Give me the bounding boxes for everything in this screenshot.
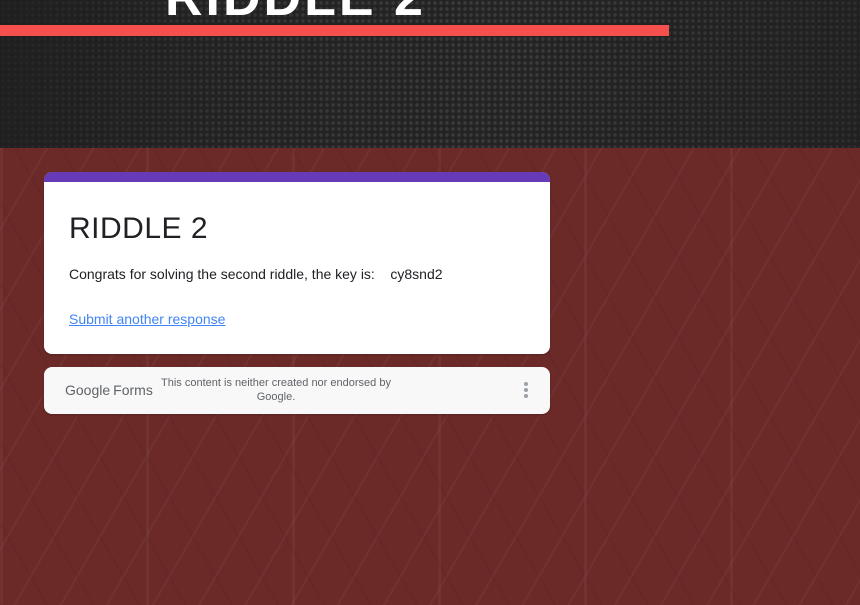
forms-logo-text: Forms (113, 382, 153, 398)
banner-title: RIDDLE 2 (165, 0, 426, 28)
more-vert-icon[interactable] (518, 380, 534, 400)
submit-another-response-link[interactable]: Submit another response (69, 311, 225, 327)
form-title: RIDDLE 2 (69, 212, 209, 245)
forms-footer: Google Forms This content is neither crea… (44, 367, 550, 414)
banner-accent-stripe (0, 25, 669, 36)
confirmation-message: Congrats for solving the second riddle, … (69, 266, 443, 282)
response-card: RIDDLE 2 Congrats for solving the second… (44, 172, 550, 354)
google-logo-text: Google (65, 382, 111, 398)
header-banner: RIDDLE 2 (0, 0, 860, 148)
card-accent-bar (44, 172, 550, 182)
google-forms-logo[interactable]: Google Forms (65, 382, 153, 398)
banner-overlay (0, 0, 860, 148)
disclaimer-text: This content is neither created nor endo… (161, 377, 391, 403)
